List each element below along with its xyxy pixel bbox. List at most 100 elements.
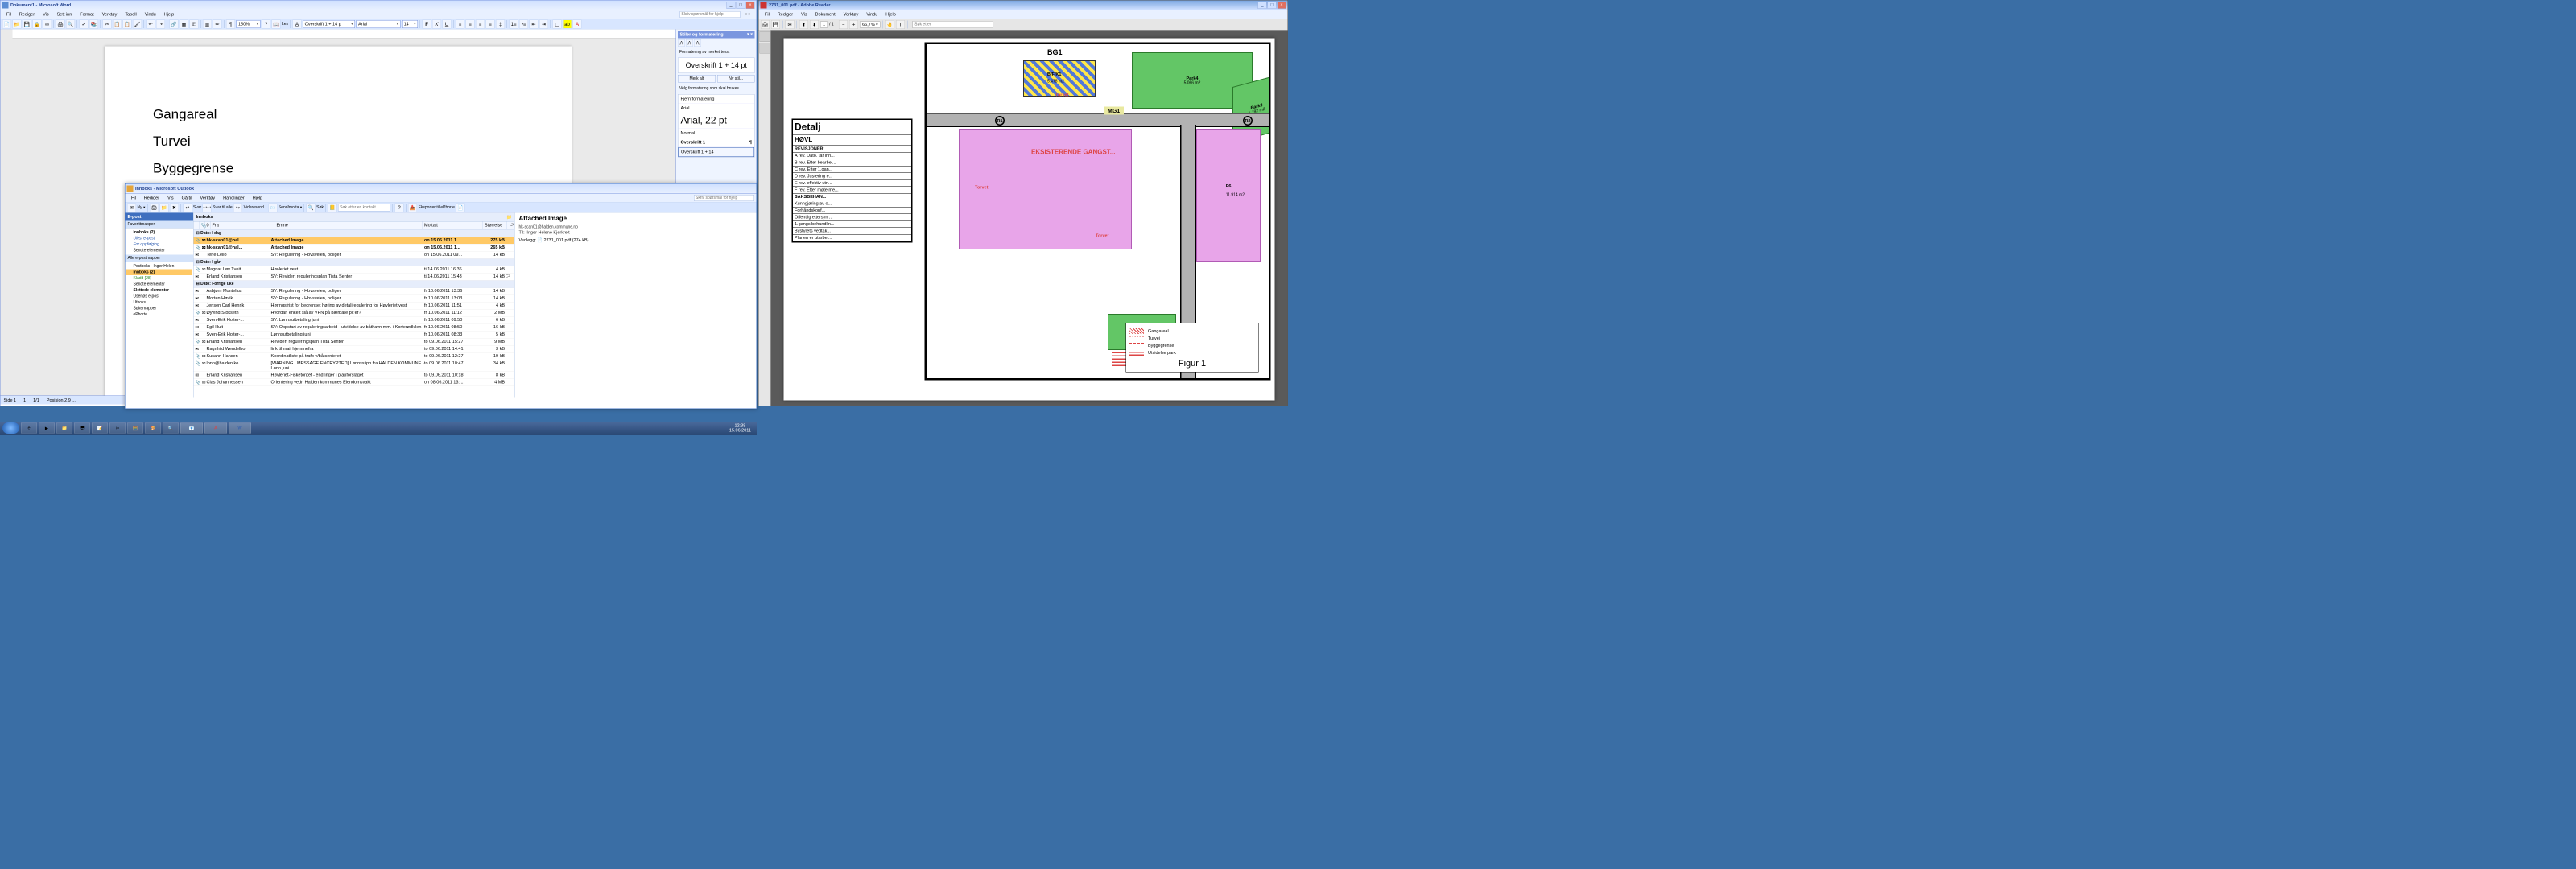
fav-ulest[interactable]: Ulest e-post	[126, 236, 193, 242]
folder-6[interactable]: Utboks	[126, 299, 193, 306]
task-adobe[interactable]: A	[204, 423, 227, 434]
ol-menu-vis[interactable]: Vis	[163, 194, 178, 201]
ql-magnify-icon[interactable]: 🔍	[163, 423, 179, 434]
font-combo[interactable]: Arial	[357, 20, 401, 28]
styles-aa3-icon[interactable]: A	[694, 39, 701, 47]
outdent-icon[interactable]: ⇤	[530, 19, 539, 28]
find-icon[interactable]: 🔍	[307, 203, 316, 212]
redo-icon[interactable]: ↷	[156, 19, 165, 28]
ql-calc-icon[interactable]: 🧮	[127, 423, 143, 434]
message-group[interactable]: ⊟ Dato: Forrige uke	[194, 281, 515, 288]
bold-icon[interactable]: F	[423, 19, 431, 28]
message-row[interactable]: ✉Morten HøvikSV: Regulering - Hovsveien,…	[194, 295, 515, 303]
message-row[interactable]: ✉Asbjørn MonteliusSV: Regulering - Hovsv…	[194, 288, 515, 295]
message-row[interactable]: 📎 ✉hk-scan01@hal...Attached Imageon 15.0…	[194, 245, 515, 252]
doc-line-1[interactable]: Gangareal	[153, 107, 523, 123]
spellcheck-icon[interactable]: ✓	[80, 19, 89, 28]
ad-prev-page-icon[interactable]: ⬆	[799, 20, 808, 29]
ad-zoom-out-icon[interactable]: −	[839, 20, 848, 29]
ad-page-num[interactable]: 1	[823, 22, 825, 27]
font-color-icon[interactable]: A	[573, 19, 582, 28]
ol-help-search-input[interactable]	[694, 195, 754, 201]
ad-menu-hjelp[interactable]: Hjelp	[881, 10, 900, 18]
bullets-icon[interactable]: •≡	[519, 19, 528, 28]
maximize-button[interactable]: □	[737, 2, 745, 9]
underline-icon[interactable]: U	[443, 19, 452, 28]
ad-menu-vindu[interactable]: Vindu	[862, 10, 881, 18]
style-item-normal[interactable]: Normal	[679, 129, 755, 138]
folder-4[interactable]: Slettede elementer	[126, 287, 193, 294]
doc-line-2[interactable]: Turvei	[153, 134, 523, 150]
message-row[interactable]: ✉Egil HultSV: Oppstart av reguleringsarb…	[194, 324, 515, 332]
map-icon[interactable]: ¶	[226, 19, 235, 28]
system-tray[interactable]: 12:38 15.06.2011	[726, 423, 754, 433]
link-icon[interactable]: 🔗	[170, 19, 179, 28]
ql-paint-icon[interactable]: 🎨	[145, 423, 161, 434]
reply-icon[interactable]: ↩	[183, 203, 192, 212]
menu-tabell[interactable]: Tabell	[121, 10, 140, 18]
excel-icon[interactable]: 𝔼	[190, 19, 199, 28]
pdf-viewport[interactable]: 6566,100 6565,950 6565,800 6565,650 Deta…	[771, 31, 1288, 406]
message-group[interactable]: ⊟ Dato: I går	[194, 259, 515, 266]
ql-sticky-icon[interactable]: 📝	[92, 423, 108, 434]
preview-icon[interactable]: 🔍	[66, 19, 75, 28]
menu-fil[interactable]: Fil	[2, 10, 15, 18]
move-icon[interactable]: 📁	[159, 203, 168, 212]
ruler[interactable]	[13, 30, 676, 39]
message-row[interactable]: ✉Erland KristiansenSV: Revidert reguleri…	[194, 274, 515, 281]
open-icon[interactable]: 📂	[13, 19, 22, 28]
message-rows[interactable]: ⊟ Dato: I dag📎 ✉hk-scan01@hal...Attached…	[194, 230, 515, 398]
align-center-icon[interactable]: ≡	[466, 19, 475, 28]
message-row[interactable]: 📎 ✉Erland KristiansenRevidert regulering…	[194, 339, 515, 346]
ql-ie-icon[interactable]: e	[21, 423, 37, 434]
ad-email-icon[interactable]: ✉	[786, 20, 795, 29]
menu-vis[interactable]: Vis	[39, 10, 53, 18]
help-icon[interactable]: ?	[262, 19, 270, 28]
paste-icon[interactable]: 📋	[123, 19, 132, 28]
message-row[interactable]: 📎 ✉Clas JohannessenOrientering vedr. Hal…	[194, 379, 515, 386]
list-columns[interactable]: ! 📎 0 Fra Emne Mottatt Størrelse 🏳	[194, 222, 515, 230]
message-row[interactable]: ✉Jensen Carl HenrikHøringsfrist for begr…	[194, 303, 515, 310]
doc-line-3[interactable]: Byggegrense	[153, 161, 523, 177]
save-icon[interactable]: 💾	[23, 19, 31, 28]
ephorte-icon[interactable]: 📄	[456, 203, 464, 212]
task-outlook[interactable]: 📧	[180, 423, 203, 434]
styles-aa-icon[interactable]: A	[678, 39, 685, 47]
folder-3[interactable]: Sendte elementer	[126, 282, 193, 288]
ol-menu-gatil[interactable]: Gå til	[178, 194, 196, 201]
send-receive-icon[interactable]: 📨	[268, 203, 277, 212]
style-item-clear[interactable]: Fjern formatering	[679, 95, 755, 105]
align-justify-icon[interactable]: ≡	[486, 19, 495, 28]
drawing-toolbar-icon[interactable]: ✏	[213, 19, 222, 28]
numbering-icon[interactable]: 1≡	[510, 19, 518, 28]
message-row[interactable]: ✉Sven-Erik Holter-...Lønnsutbetaling jun…	[194, 332, 515, 339]
columns-icon[interactable]: ▥	[203, 19, 212, 28]
task-word[interactable]: W	[229, 423, 251, 434]
menu-hjelp[interactable]: Hjelp	[160, 10, 179, 18]
folder-1[interactable]: Innboks (2)	[126, 270, 193, 276]
ad-next-page-icon[interactable]: ⬇	[810, 20, 819, 29]
ad-menu-vis[interactable]: Vis	[797, 10, 811, 18]
adobe-maximize-button[interactable]: □	[1268, 2, 1277, 9]
styles-aa2-icon[interactable]: A	[686, 39, 693, 47]
copy-icon[interactable]: 📋	[113, 19, 122, 28]
message-row[interactable]: 📎 ✉Susann HansenKoordinatliste på trafo …	[194, 353, 515, 360]
menu-rediger[interactable]: Rediger	[15, 10, 39, 18]
start-button[interactable]	[2, 422, 19, 434]
ephorte-export-icon[interactable]: 📤	[408, 203, 417, 212]
ql-folder-icon[interactable]: 📁	[56, 423, 72, 434]
message-row[interactable]: ✉Ragnhild Wendelbolink til mail hjemmefr…	[194, 346, 515, 353]
pages-panel-icon[interactable]	[759, 31, 770, 42]
contact-search-input[interactable]	[338, 204, 390, 211]
new-mail-icon[interactable]: ✉	[127, 203, 136, 212]
style-item-arial[interactable]: Arial	[679, 104, 755, 113]
cut-icon[interactable]: ✂	[103, 19, 112, 28]
style-item-arial22[interactable]: Arial, 22 pt	[679, 113, 755, 130]
folder-0[interactable]: Postboks - Inger Helen	[126, 263, 193, 270]
ol-menu-verktoy[interactable]: Verktøy	[196, 194, 219, 201]
ad-save-icon[interactable]: 💾	[771, 20, 780, 29]
mail-icon[interactable]: ✉	[43, 19, 52, 28]
ad-zoom-in-icon[interactable]: +	[849, 20, 858, 29]
align-right-icon[interactable]: ≡	[476, 19, 485, 28]
print-icon[interactable]: 🖨	[56, 19, 65, 28]
